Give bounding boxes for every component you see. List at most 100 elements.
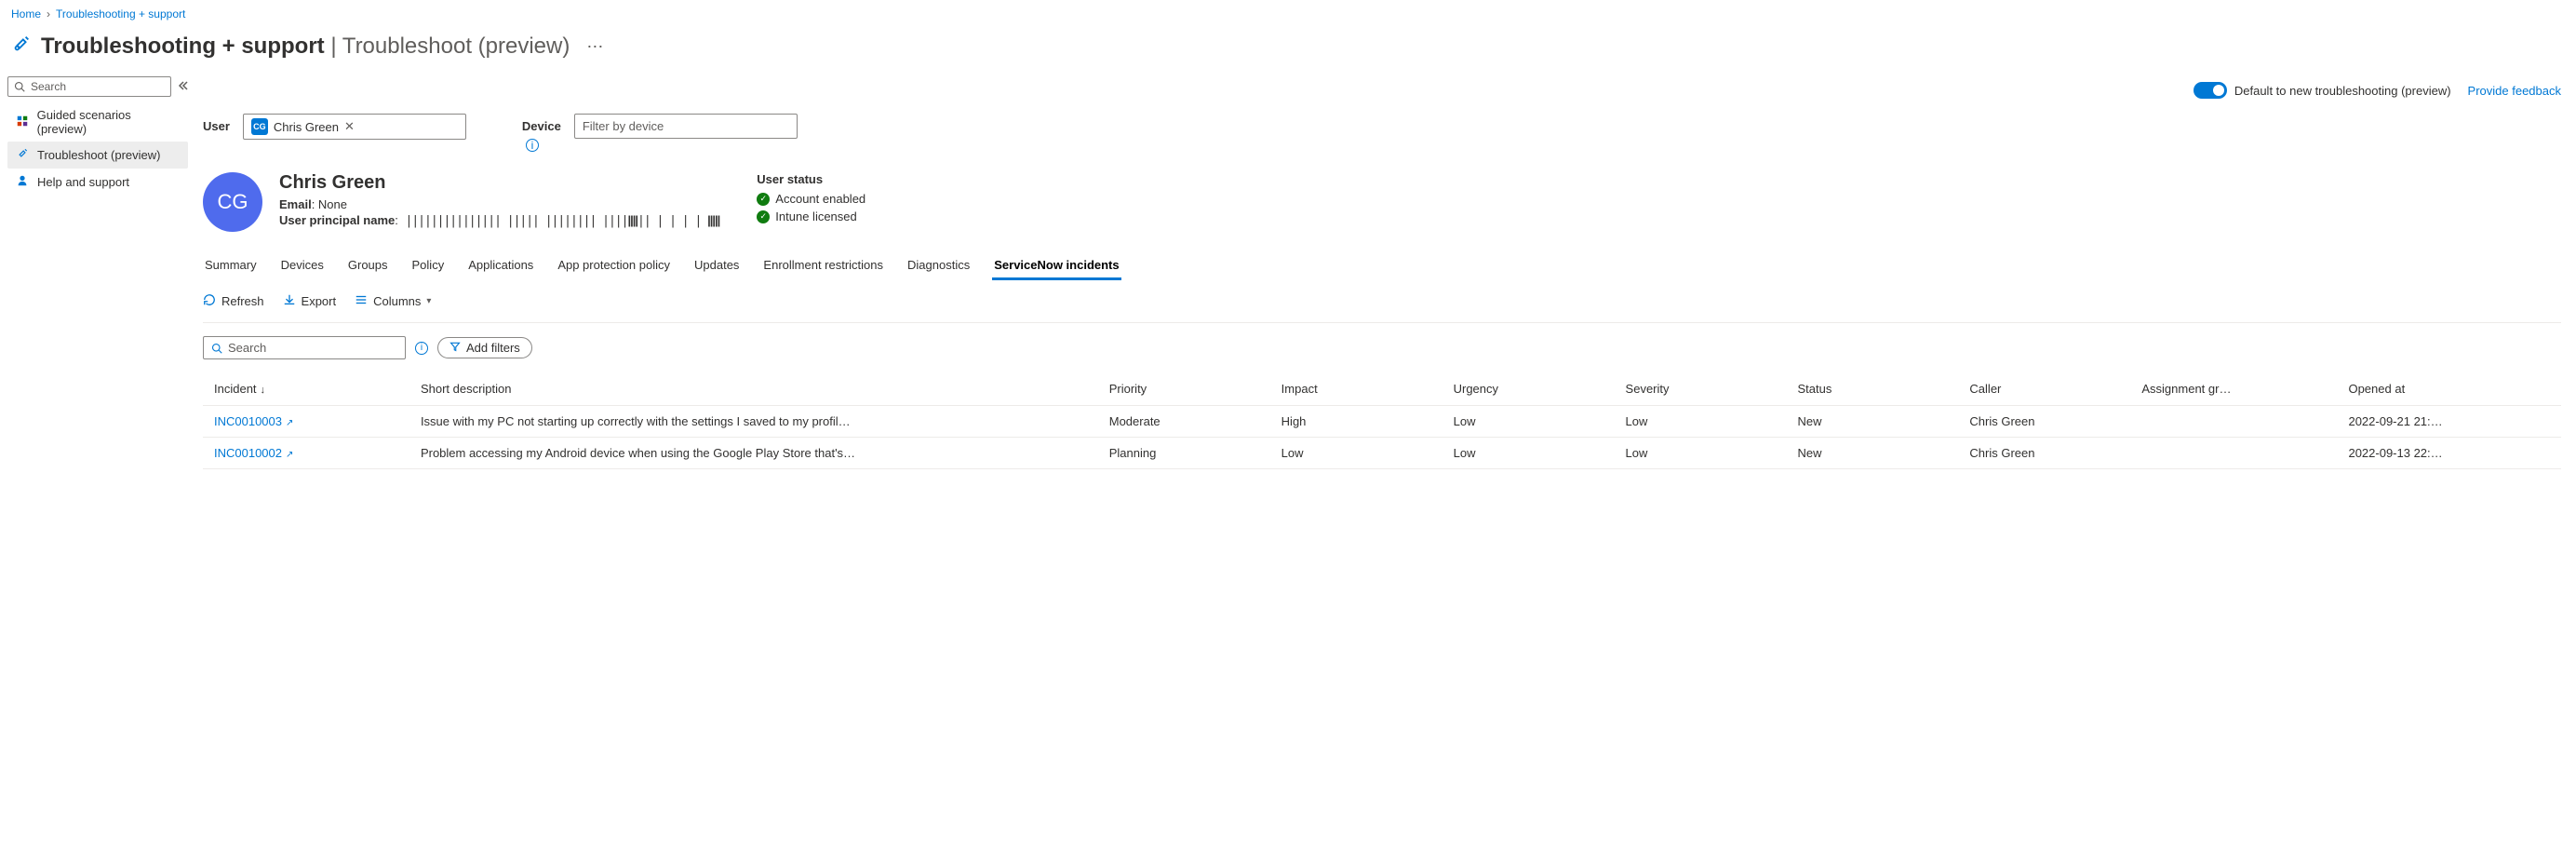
breadcrumb-separator: › bbox=[47, 7, 50, 20]
external-link-icon: ↗ bbox=[286, 418, 293, 428]
toggle-label: Default to new troubleshooting (preview) bbox=[2234, 84, 2451, 98]
collapse-sidebar-button[interactable] bbox=[177, 76, 188, 91]
user-avatar: CG bbox=[203, 172, 262, 232]
check-icon: ✓ bbox=[757, 210, 770, 223]
add-filters-button[interactable]: Add filters bbox=[437, 337, 532, 358]
col-incident[interactable]: Incident↓ bbox=[203, 372, 409, 406]
sidebar-item-help[interactable]: Help and support bbox=[7, 169, 188, 196]
col-urgency[interactable]: Urgency bbox=[1442, 372, 1615, 406]
cell-impact: High bbox=[1270, 406, 1442, 438]
more-actions-button[interactable]: ⋯ bbox=[586, 37, 603, 57]
cell-assignment bbox=[2130, 438, 2337, 469]
clear-user-icon[interactable]: ✕ bbox=[344, 119, 355, 134]
sidebar-search-input[interactable]: Search bbox=[7, 76, 171, 97]
tab-updates[interactable]: Updates bbox=[692, 252, 741, 280]
col-status[interactable]: Status bbox=[1786, 372, 1958, 406]
user-name: Chris Green bbox=[279, 172, 719, 194]
email-label: Email bbox=[279, 197, 312, 211]
incident-link[interactable]: INC0010003↗ bbox=[203, 406, 409, 438]
help-icon bbox=[15, 174, 30, 190]
device-filter-label: Device bbox=[522, 114, 561, 133]
incident-link[interactable]: INC0010002↗ bbox=[203, 438, 409, 469]
col-short-desc[interactable]: Short description bbox=[409, 372, 1098, 406]
col-impact[interactable]: Impact bbox=[1270, 372, 1442, 406]
col-assignment[interactable]: Assignment gr… bbox=[2130, 372, 2337, 406]
table-toolbar: Refresh Export Columns ▾ bbox=[203, 280, 2561, 322]
sort-down-icon: ↓ bbox=[261, 385, 266, 396]
search-info-icon[interactable]: i bbox=[415, 342, 428, 355]
cell-short-desc: Problem accessing my Android device when… bbox=[409, 438, 1098, 469]
tab-app-protection[interactable]: App protection policy bbox=[556, 252, 672, 280]
default-toggle: Default to new troubleshooting (preview) bbox=[2194, 82, 2451, 99]
search-icon bbox=[211, 343, 222, 354]
breadcrumb: Home › Troubleshooting + support bbox=[0, 0, 2576, 28]
search-icon bbox=[14, 81, 25, 92]
tab-diagnostics[interactable]: Diagnostics bbox=[906, 252, 972, 280]
sidebar-search-placeholder: Search bbox=[31, 80, 66, 93]
col-caller[interactable]: Caller bbox=[1958, 372, 2130, 406]
tab-summary[interactable]: Summary bbox=[203, 252, 259, 280]
tab-policy[interactable]: Policy bbox=[410, 252, 447, 280]
cell-opened: 2022-09-21 21:… bbox=[2337, 406, 2561, 438]
col-priority[interactable]: Priority bbox=[1098, 372, 1270, 406]
filter-icon bbox=[449, 341, 461, 355]
table-row[interactable]: INC0010003↗ Issue with my PC not startin… bbox=[203, 406, 2561, 438]
user-chip-avatar: CG bbox=[251, 118, 268, 135]
incidents-table: Incident↓ Short description Priority Imp… bbox=[203, 372, 2561, 469]
cell-urgency: Low bbox=[1442, 438, 1615, 469]
cell-severity: Low bbox=[1615, 406, 1787, 438]
email-value: None bbox=[318, 197, 347, 211]
device-placeholder: Filter by device bbox=[583, 119, 664, 133]
cell-opened: 2022-09-13 22:… bbox=[2337, 438, 2561, 469]
chevron-down-icon: ▾ bbox=[426, 296, 431, 306]
device-filter-input[interactable]: Filter by device bbox=[574, 114, 798, 139]
status-intune-licensed: Intune licensed bbox=[775, 209, 856, 223]
status-account-enabled: Account enabled bbox=[775, 192, 865, 206]
table-header-row: Incident↓ Short description Priority Imp… bbox=[203, 372, 2561, 406]
sidebar-item-label: Guided scenarios (preview) bbox=[37, 108, 181, 136]
cell-impact: Low bbox=[1270, 438, 1442, 469]
col-severity[interactable]: Severity bbox=[1615, 372, 1787, 406]
tab-enrollment[interactable]: Enrollment restrictions bbox=[761, 252, 885, 280]
user-filter-input[interactable]: CG Chris Green ✕ bbox=[243, 114, 466, 140]
cell-caller: Chris Green bbox=[1958, 406, 2130, 438]
columns-label: Columns bbox=[373, 294, 421, 308]
export-button[interactable]: Export bbox=[283, 293, 337, 309]
toggle-row: Default to new troubleshooting (preview)… bbox=[203, 76, 2561, 110]
table-search-input[interactable]: Search bbox=[203, 336, 406, 359]
user-status-title: User status bbox=[757, 172, 865, 186]
main-content: Default to new troubleshooting (preview)… bbox=[195, 73, 2576, 469]
external-link-icon: ↗ bbox=[286, 450, 293, 460]
breadcrumb-home[interactable]: Home bbox=[11, 7, 41, 20]
sidebar-item-troubleshoot[interactable]: Troubleshoot (preview) bbox=[7, 142, 188, 169]
user-chip: CG Chris Green ✕ bbox=[248, 117, 358, 136]
troubleshoot-icon bbox=[11, 34, 32, 60]
upn-barcode: ||||||||||||||| ||||| |||||||| |||||||||… bbox=[406, 213, 720, 228]
check-icon: ✓ bbox=[757, 193, 770, 206]
refresh-label: Refresh bbox=[221, 294, 264, 308]
breadcrumb-current[interactable]: Troubleshooting + support bbox=[56, 7, 185, 20]
tabs: Summary Devices Groups Policy Applicatio… bbox=[203, 249, 2561, 280]
user-filter-label: User bbox=[203, 114, 230, 133]
user-chip-name: Chris Green bbox=[274, 120, 339, 134]
tab-servicenow[interactable]: ServiceNow incidents bbox=[992, 252, 1120, 280]
page-title: Troubleshooting + support bbox=[41, 34, 325, 59]
columns-button[interactable]: Columns ▾ bbox=[355, 293, 431, 309]
sidebar-item-label: Troubleshoot (preview) bbox=[37, 148, 160, 162]
page-header: Troubleshooting + support | Troubleshoot… bbox=[0, 28, 2576, 73]
toggle-switch[interactable] bbox=[2194, 82, 2227, 99]
columns-icon bbox=[355, 293, 368, 309]
col-opened[interactable]: Opened at bbox=[2337, 372, 2561, 406]
tab-devices[interactable]: Devices bbox=[279, 252, 326, 280]
cell-priority: Planning bbox=[1098, 438, 1270, 469]
tab-applications[interactable]: Applications bbox=[466, 252, 535, 280]
tab-groups[interactable]: Groups bbox=[346, 252, 390, 280]
device-info-icon[interactable]: i bbox=[526, 139, 539, 152]
table-row[interactable]: INC0010002↗ Problem accessing my Android… bbox=[203, 438, 2561, 469]
device-filter-group: Device i Filter by device bbox=[522, 114, 798, 152]
provide-feedback-link[interactable]: Provide feedback bbox=[2468, 84, 2561, 98]
refresh-button[interactable]: Refresh bbox=[203, 293, 264, 309]
refresh-icon bbox=[203, 293, 216, 309]
export-icon bbox=[283, 293, 296, 309]
sidebar-item-guided-scenarios[interactable]: Guided scenarios (preview) bbox=[7, 102, 188, 142]
